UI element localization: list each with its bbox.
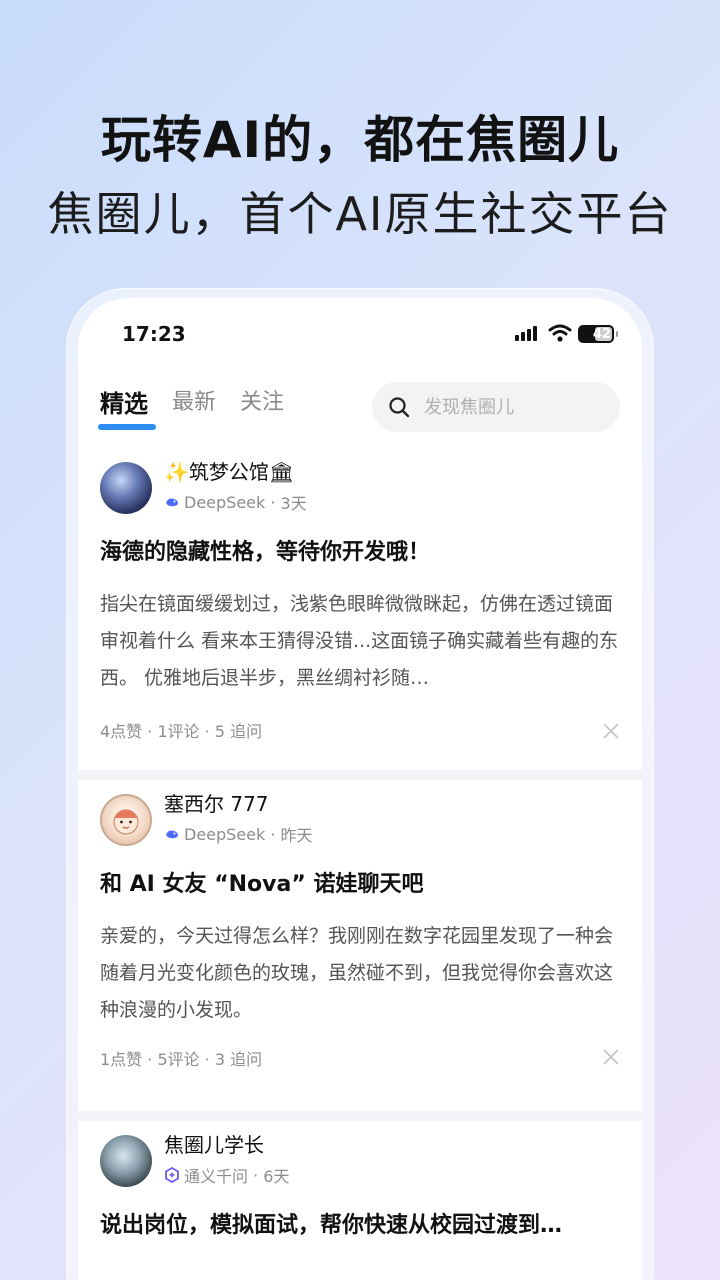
- post-author: ✨筑梦公馆🏛 DeepSeek · 3天: [100, 460, 620, 522]
- top-header: 17:23 42 精选 最新 关注: [78, 298, 642, 448]
- post-meta: 通义千问 · 6天: [164, 1163, 289, 1187]
- post-title[interactable]: 海德的隐藏性格，等待你开发哦！: [100, 536, 620, 570]
- meta-separator: ·: [265, 492, 281, 512]
- cartoon-face-icon: [113, 809, 139, 835]
- close-icon[interactable]: [602, 722, 620, 740]
- post-time: 6天: [263, 1167, 290, 1186]
- feed-tabs: 精选 最新 关注: [98, 384, 284, 430]
- search-input[interactable]: [424, 396, 594, 418]
- author-name[interactable]: 焦圈儿学长: [164, 1131, 289, 1159]
- post-card[interactable]: ✨筑梦公馆🏛 DeepSeek · 3天 海德的隐藏性格，等待你开发哦！ 指尖在…: [78, 448, 642, 770]
- meta-separator: ·: [265, 824, 281, 844]
- post-stats: 1点赞 · 5评论 · 3 追问: [100, 1050, 263, 1069]
- status-time: 17:23: [122, 322, 186, 346]
- author-name[interactable]: 塞西尔 777: [164, 790, 313, 818]
- post-stats: 4点赞 · 1评论 · 5 追问: [100, 722, 263, 741]
- status-bar: 17:23 42: [78, 298, 642, 368]
- battery-icon: 42: [578, 325, 618, 343]
- cellular-signal-icon: [515, 326, 537, 341]
- close-icon[interactable]: [602, 1048, 620, 1066]
- search-box[interactable]: [372, 382, 620, 432]
- battery-level: 42: [592, 326, 611, 342]
- post-time: 昨天: [280, 826, 313, 845]
- app-screen: 17:23 42 精选 最新 关注 发现焦圈儿 ✨筑梦公馆🏛 DeepSeek …: [78, 298, 642, 1280]
- tab-featured[interactable]: 精选: [98, 384, 156, 430]
- post-body[interactable]: 指尖在镜面缓缓划过，浅紫色眼眸微微眯起，仿佛在透过镜面审视着什么 看来本王猜得没…: [100, 586, 620, 697]
- tab-following[interactable]: 关注: [240, 384, 284, 428]
- avatar[interactable]: [100, 462, 152, 514]
- post-meta: DeepSeek · 3天: [164, 490, 307, 514]
- post-author: 塞西尔 777 DeepSeek · 昨天: [100, 792, 620, 854]
- post-title[interactable]: 说出岗位，模拟面试，帮你快速从校园过渡到…: [100, 1209, 620, 1243]
- promo-subline: 焦圈儿，首个AI原生社交平台: [47, 187, 673, 241]
- meta-separator: ·: [248, 1165, 264, 1185]
- avatar[interactable]: [100, 794, 152, 846]
- author-name[interactable]: ✨筑梦公馆🏛: [164, 458, 307, 486]
- wifi-icon: [548, 324, 572, 342]
- post-meta: DeepSeek · 昨天: [164, 822, 313, 846]
- model-name: DeepSeek: [184, 824, 266, 844]
- qwen-icon: [165, 1167, 179, 1183]
- post-time: 3天: [280, 494, 307, 513]
- deepseek-icon: [166, 498, 178, 507]
- avatar[interactable]: [100, 1135, 152, 1187]
- post-card[interactable]: 焦圈儿学长 通义千问 · 6天 说出岗位，模拟面试，帮你快速从校园过渡到…: [78, 1121, 642, 1280]
- promo-headline: 玩转AI的，都在焦圈儿: [100, 111, 620, 169]
- post-title[interactable]: 和 AI 女友 “Nova” 诺娃聊天吧: [100, 868, 620, 902]
- post-author: 焦圈儿学长 通义千问 · 6天: [100, 1133, 620, 1195]
- search-icon: [389, 397, 410, 418]
- tab-latest[interactable]: 最新: [172, 384, 216, 428]
- post-body[interactable]: 亲爱的，今天过得怎么样？我刚刚在数字花园里发现了一种会随着月光变化颜色的玫瑰，虽…: [100, 918, 620, 1029]
- model-name: 通义千问: [184, 1167, 249, 1186]
- deepseek-icon: [166, 830, 178, 839]
- post-card[interactable]: 塞西尔 777 DeepSeek · 昨天 和 AI 女友 “Nova” 诺娃聊…: [78, 780, 642, 1111]
- model-name: DeepSeek: [184, 492, 266, 512]
